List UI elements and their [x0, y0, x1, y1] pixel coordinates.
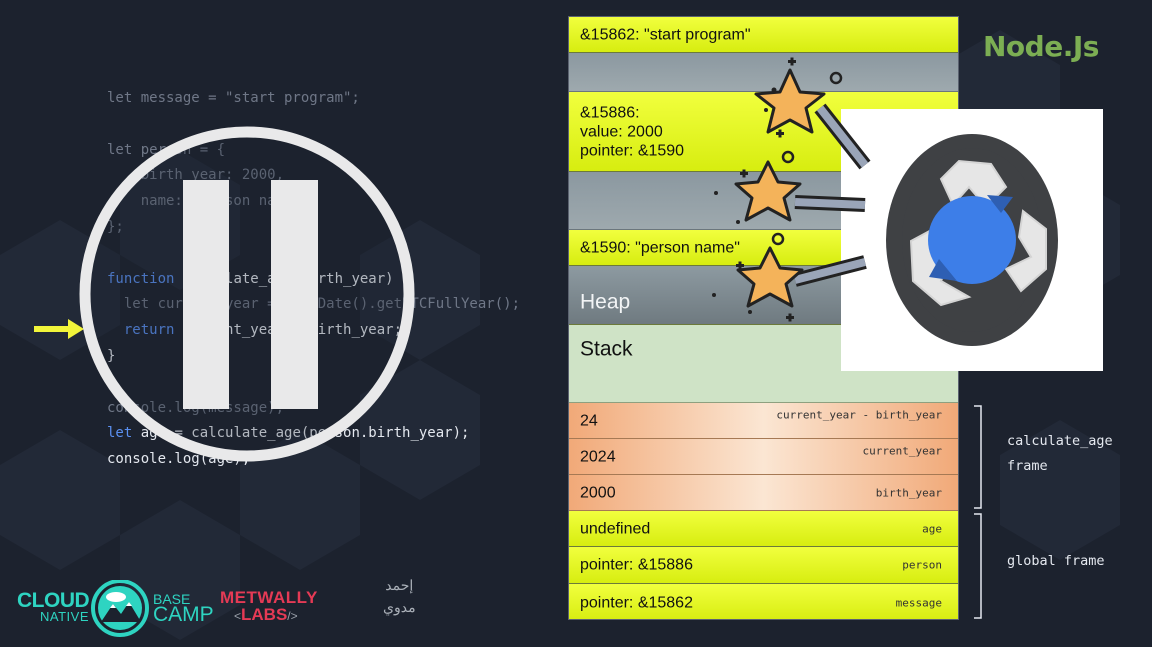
stack-cell: 2000 birth_year	[569, 475, 958, 511]
calculate-age-frame-label: calculate_age frame	[1007, 433, 1113, 474]
pause-icon[interactable]	[76, 123, 418, 465]
stack-cell: pointer: &15862 message	[569, 584, 958, 619]
magic-wand-icon	[712, 57, 871, 322]
heap-cell-start-program: &15862: "start program"	[569, 17, 958, 53]
stack-cell: pointer: &15886 person	[569, 547, 958, 584]
nodejs-logo: Node.Js	[983, 30, 1099, 63]
code-line: let message = "start program";	[107, 86, 520, 112]
code-text: let message = "start program";	[107, 90, 360, 106]
stack-cell: 2024 current_year	[569, 439, 958, 475]
signature: إحمد مدوي	[383, 577, 416, 615]
stack-cell: 24 current_year - birth_year	[569, 403, 958, 439]
camp-text: CAMP	[153, 603, 214, 626]
global-frame-bracket	[974, 513, 982, 619]
stack-cell: undefined age	[569, 511, 958, 547]
global-frame-label: global frame	[1007, 553, 1105, 569]
calculate-age-frame-bracket	[974, 405, 982, 509]
labs-text: <LABS/>	[234, 605, 298, 624]
cloud-native-logo	[91, 580, 149, 637]
